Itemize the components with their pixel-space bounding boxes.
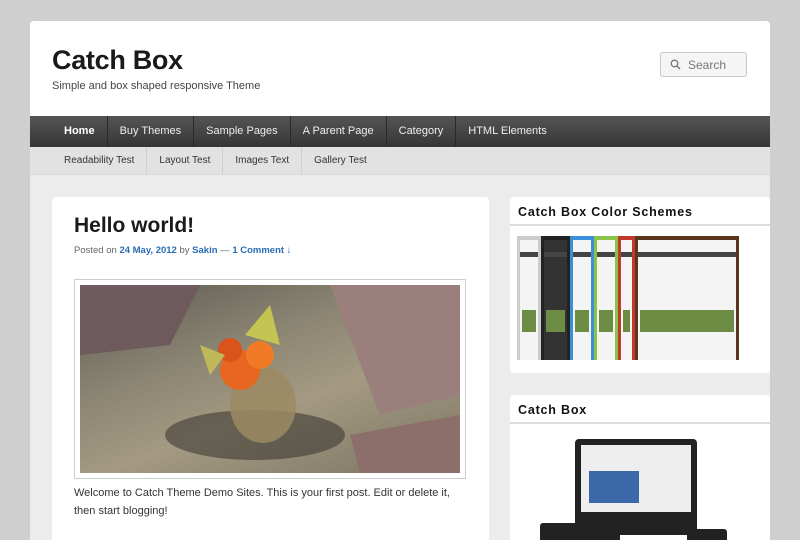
scheme-green	[594, 236, 618, 360]
catch-box-widget: Catch Box	[510, 395, 770, 540]
scheme-blue	[570, 236, 594, 360]
subnav-item-images[interactable]: Images Text	[223, 147, 303, 174]
nav-item-category[interactable]: Category	[387, 116, 457, 147]
site-title[interactable]: Catch Box	[52, 45, 183, 76]
author-link[interactable]: Sakin	[192, 245, 217, 256]
page: Catch Box Simple and box shaped responsi…	[30, 21, 770, 540]
tablet-image	[687, 529, 727, 540]
scheme-brown	[635, 236, 739, 360]
color-schemes-image[interactable]	[517, 236, 739, 360]
post-excerpt: Welcome to Catch Theme Demo Sites. This …	[74, 487, 450, 517]
monitor-image[interactable]	[575, 439, 697, 535]
scheme-red	[618, 236, 635, 360]
scheme-dark	[541, 236, 570, 360]
subnav-item-gallery[interactable]: Gallery Test	[302, 147, 379, 174]
nav-item-html-elements[interactable]: HTML Elements	[456, 116, 558, 147]
site-header: Catch Box Simple and box shaped responsi…	[30, 21, 770, 116]
post-image[interactable]	[74, 279, 466, 479]
nav-item-home[interactable]: Home	[52, 116, 108, 147]
laptop-image	[540, 523, 620, 540]
search-placeholder: Search	[688, 57, 727, 72]
main-nav: Home Buy Themes Sample Pages A Parent Pa…	[30, 116, 770, 147]
comments-link[interactable]: 1 Comment ↓	[232, 245, 291, 256]
subnav-item-layout[interactable]: Layout Test	[147, 147, 224, 174]
subnav-item-readability[interactable]: Readability Test	[52, 147, 148, 174]
color-schemes-widget: Catch Box Color Schemes	[510, 197, 770, 373]
widget-title: Catch Box Color Schemes	[510, 197, 770, 226]
search-input[interactable]: Search	[660, 52, 747, 77]
post: Hello world! Posted on 24 May, 2012 by S…	[52, 197, 489, 540]
meta-prefix: Posted on	[74, 245, 117, 256]
sub-nav: Readability Test Layout Test Images Text…	[30, 147, 770, 175]
post-meta: Posted on 24 May, 2012 by Sakin — 1 Comm…	[74, 245, 291, 256]
meta-separator: —	[220, 245, 230, 256]
site-description: Simple and box shaped responsive Theme	[52, 80, 261, 92]
meta-by: by	[179, 245, 190, 256]
search-icon	[670, 59, 681, 70]
scheme-light	[517, 236, 541, 360]
widget-title: Catch Box	[510, 395, 770, 424]
nav-item-parent-page[interactable]: A Parent Page	[291, 116, 387, 147]
post-date-link[interactable]: 24 May, 2012	[119, 245, 176, 256]
post-title[interactable]: Hello world!	[74, 214, 194, 238]
nav-item-buy-themes[interactable]: Buy Themes	[108, 116, 195, 147]
nav-item-sample-pages[interactable]: Sample Pages	[194, 116, 291, 147]
flower-vase-photo	[80, 285, 460, 473]
